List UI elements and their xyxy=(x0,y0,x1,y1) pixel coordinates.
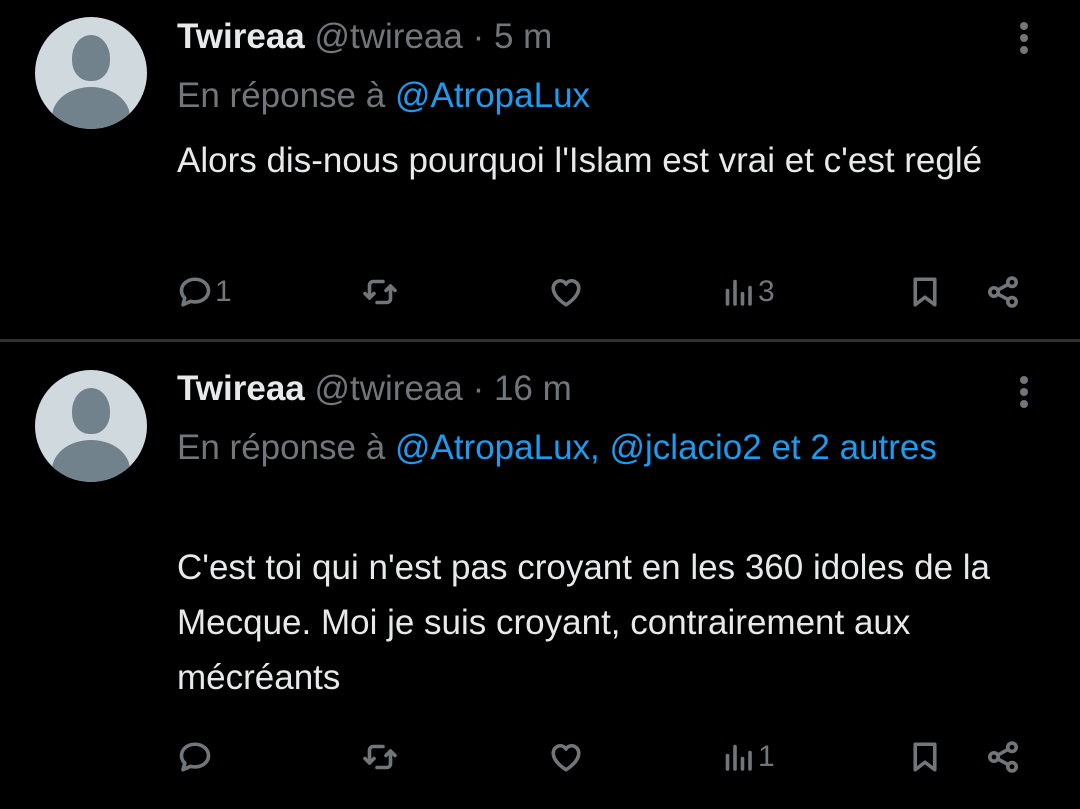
like-icon xyxy=(551,278,581,307)
share-icon xyxy=(988,741,1018,773)
display-name[interactable]: Twireaa xyxy=(177,369,305,408)
views-button[interactable]: 1 xyxy=(720,735,775,779)
retweet-button[interactable] xyxy=(362,270,400,314)
handle[interactable]: @twireaa xyxy=(314,369,462,408)
tweet-text: Alors dis-nous pourquoi l'Islam est vrai… xyxy=(177,141,983,180)
bookmark-button[interactable] xyxy=(907,735,943,779)
retweet-icon xyxy=(363,744,397,770)
avatar-head-shape xyxy=(72,35,110,81)
retweet-icon xyxy=(363,279,397,305)
tweet[interactable]: Twireaa @twireaa · 5 m En réponse à @Atr… xyxy=(0,0,1080,339)
like-button[interactable] xyxy=(548,735,586,779)
like-icon xyxy=(551,743,581,772)
views-icon xyxy=(725,744,752,771)
separator: · xyxy=(472,17,485,56)
reply-icon xyxy=(179,277,211,307)
reply-button[interactable] xyxy=(177,735,215,779)
more-icon[interactable] xyxy=(1010,18,1038,58)
avatar[interactable] xyxy=(35,370,147,482)
reply-prefix: En réponse à xyxy=(177,428,386,467)
like-button[interactable] xyxy=(548,270,586,314)
reply-count: 1 xyxy=(215,275,232,308)
bookmark-icon xyxy=(913,742,937,772)
tweet[interactable]: Twireaa @twireaa · 16 m En réponse à @At… xyxy=(0,342,1080,809)
avatar-body-shape xyxy=(52,440,130,482)
avatar-head-shape xyxy=(72,388,110,434)
view-count: 3 xyxy=(758,275,775,308)
reply-icon xyxy=(179,742,211,772)
tweet-header: Twireaa @twireaa · 16 m xyxy=(177,369,572,409)
reply-mentions[interactable]: @AtropaLux xyxy=(395,76,590,115)
avatar-body-shape xyxy=(52,87,130,129)
retweet-button[interactable] xyxy=(362,735,400,779)
display-name[interactable]: Twireaa xyxy=(177,17,305,56)
timestamp[interactable]: 5 m xyxy=(494,17,552,56)
views-icon xyxy=(725,279,752,306)
reply-mentions[interactable]: @AtropaLux, @jclacio2 et 2 autres xyxy=(395,428,937,467)
reply-button[interactable]: 1 xyxy=(177,270,232,314)
more-icon[interactable] xyxy=(1010,372,1038,412)
view-count: 1 xyxy=(758,740,775,773)
reply-prefix: En réponse à xyxy=(177,76,386,115)
share-button[interactable] xyxy=(985,735,1021,779)
avatar[interactable] xyxy=(35,17,147,129)
tweet-header: Twireaa @twireaa · 5 m xyxy=(177,17,552,57)
bookmark-button[interactable] xyxy=(907,270,943,314)
views-button[interactable]: 3 xyxy=(720,270,775,314)
tweet-text: C'est toi qui n'est pas croyant en les 3… xyxy=(177,548,991,697)
reply-context: En réponse à @AtropaLux xyxy=(177,68,997,123)
share-icon xyxy=(988,276,1018,308)
bookmark-icon xyxy=(913,277,937,307)
handle[interactable]: @twireaa xyxy=(314,17,462,56)
timestamp[interactable]: 16 m xyxy=(494,369,572,408)
share-button[interactable] xyxy=(985,270,1021,314)
reply-context: En réponse à @AtropaLux, @jclacio2 et 2 … xyxy=(177,420,997,475)
separator: · xyxy=(472,369,485,408)
